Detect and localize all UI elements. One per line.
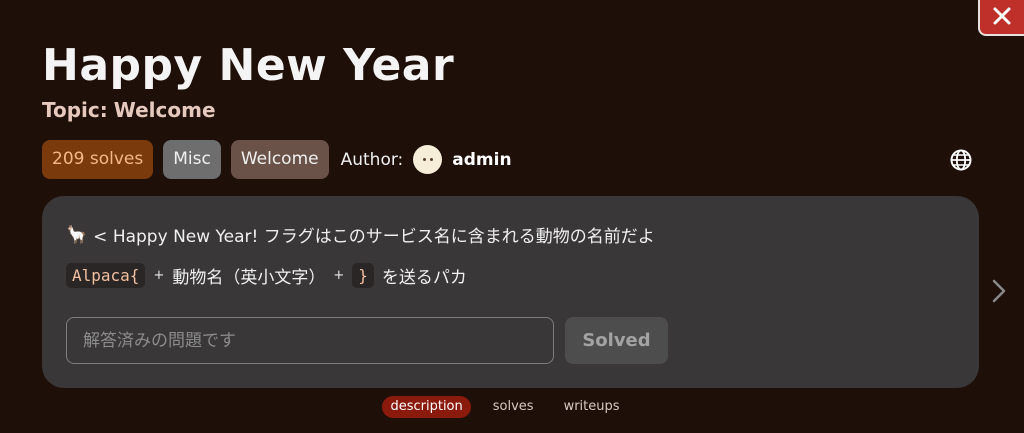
description-middle-text: 動物名（英小文字） [172, 268, 326, 288]
tab-writeups[interactable]: writeups [556, 396, 628, 418]
bottom-tabs: description solves writeups [0, 396, 1010, 418]
flag-prefix-code: Alpaca{ [66, 263, 146, 288]
description-tail-text: を送るパカ [381, 268, 467, 288]
solves-badge[interactable]: 209 solves [42, 140, 154, 179]
llama-icon: 🦙 [66, 224, 88, 245]
flag-input[interactable] [66, 317, 554, 364]
challenge-title: Happy New Year [42, 40, 455, 91]
tab-solves[interactable]: solves [485, 396, 542, 418]
challenge-card: 🦙 < Happy New Year! フラグはこのサービス名に含まれる動物の名… [42, 196, 979, 388]
topic-badge: Welcome [230, 140, 329, 179]
challenge-tags: 209 solves Misc Welcome Author: admin [42, 140, 512, 179]
globe-icon[interactable] [949, 148, 973, 172]
author-label: Author: [340, 149, 404, 170]
author: Author: admin [341, 145, 512, 174]
topic-label: Topic: [42, 98, 108, 122]
category-badge: Misc [163, 140, 221, 179]
description-text-1: < Happy New Year! フラグはこのサービス名に含まれる動物の名前だ… [93, 227, 655, 247]
challenge-topic: Topic: Welcome [42, 98, 216, 122]
description-line-2: Alpaca{ + 動物名（英小文字） + } を送るパカ [66, 263, 467, 288]
chevron-right-icon[interactable] [990, 278, 1008, 304]
close-button[interactable] [978, 0, 1024, 36]
close-icon [993, 7, 1011, 25]
author-name[interactable]: admin [452, 150, 511, 170]
flag-suffix-code: } [352, 263, 374, 288]
description-line-1: 🦙 < Happy New Year! フラグはこのサービス名に含まれる動物の名… [66, 222, 655, 248]
tab-description[interactable]: description [382, 396, 471, 418]
topic-value: Welcome [113, 98, 216, 122]
plus-sign: + [153, 268, 165, 283]
solved-button[interactable]: Solved [565, 317, 668, 364]
plus-sign: + [333, 268, 345, 283]
avatar[interactable] [413, 145, 443, 174]
